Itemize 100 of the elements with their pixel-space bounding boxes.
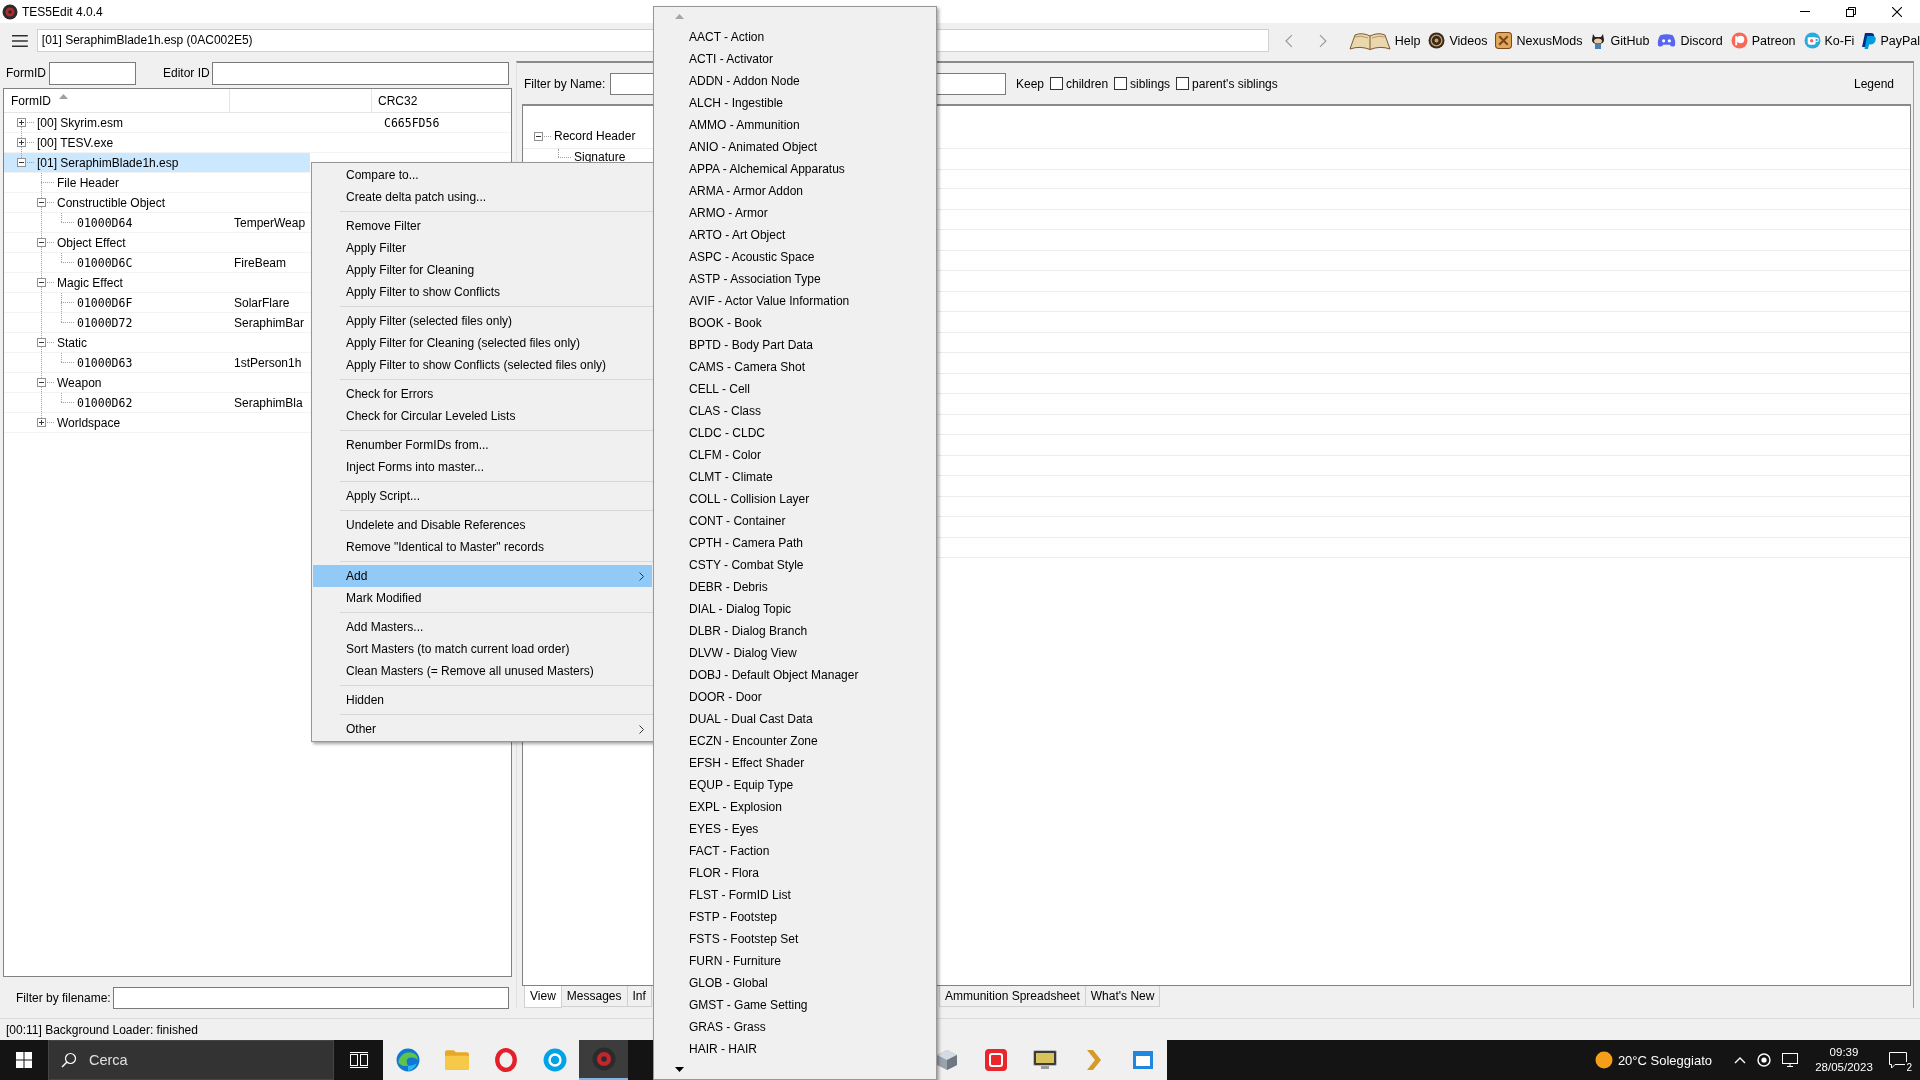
- menu-item[interactable]: CLMT - Climate: [655, 466, 935, 488]
- column-header[interactable]: CRC32: [372, 89, 511, 112]
- menu-item[interactable]: EQUP - Equip Type: [655, 774, 935, 796]
- menu-item[interactable]: ECZN - Encounter Zone: [655, 730, 935, 752]
- menu-item[interactable]: ARMA - Armor Addon: [655, 180, 935, 202]
- collapse-icon[interactable]: [17, 158, 26, 167]
- tree-row[interactable]: Static: [4, 333, 310, 353]
- menu-item[interactable]: HAIR - HAIR: [655, 1038, 935, 1060]
- target-icon[interactable]: [1757, 1053, 1771, 1067]
- restore-icon[interactable]: [1846, 6, 1856, 17]
- chevron-up-icon[interactable]: [1734, 1056, 1746, 1064]
- tab[interactable]: View: [524, 986, 562, 1008]
- menu-item[interactable]: DLBR - Dialog Branch: [655, 620, 935, 642]
- tab[interactable]: What's New: [1084, 986, 1161, 1007]
- tree-row[interactable]: Object Effect: [4, 233, 310, 253]
- scroll-down-icon[interactable]: [675, 1067, 684, 1072]
- menu-item[interactable]: DIAL - Dialog Topic: [655, 598, 935, 620]
- expand-icon[interactable]: [17, 138, 26, 147]
- checkbox[interactable]: [1114, 77, 1128, 90]
- menu-item[interactable]: AVIF - Actor Value Information: [655, 290, 935, 312]
- tree-row[interactable]: [00] Skyrim.esm: [4, 113, 310, 133]
- toolbar-link[interactable]: PayPal: [1862, 32, 1920, 49]
- collapse-icon[interactable]: [37, 278, 46, 287]
- menu-item[interactable]: FLST - FormID List: [655, 884, 935, 906]
- collapse-icon[interactable]: [37, 338, 46, 347]
- menu-item[interactable]: EYES - Eyes: [655, 818, 935, 840]
- checkbox[interactable]: [1050, 77, 1064, 90]
- monitor-icon[interactable]: [1782, 1053, 1798, 1067]
- menu-item[interactable]: GRAS - Grass: [655, 1016, 935, 1038]
- menu-item[interactable]: Undelete and Disable References: [313, 514, 652, 536]
- collapse-icon[interactable]: [37, 238, 46, 247]
- tree-row[interactable]: [01] SeraphimBlade1h.esp: [4, 153, 310, 173]
- tree-row[interactable]: Magic Effect: [4, 273, 310, 293]
- file-filter-field[interactable]: [113, 986, 509, 1009]
- toolbar-link[interactable]: Help: [1348, 30, 1421, 51]
- tree-row[interactable]: Worldspace: [4, 413, 310, 433]
- toolbar-link[interactable]: Discord: [1657, 33, 1723, 48]
- menu-item[interactable]: FACT - Faction: [655, 840, 935, 862]
- collapse-icon[interactable]: [534, 132, 543, 141]
- menu-item[interactable]: COLL - Collision Layer: [655, 488, 935, 510]
- menu-item[interactable]: CPTH - Camera Path: [655, 532, 935, 554]
- expand-icon[interactable]: [37, 418, 46, 427]
- formid-field[interactable]: [49, 61, 136, 85]
- collapse-icon[interactable]: [37, 198, 46, 207]
- taskbar-app[interactable]: [579, 1040, 628, 1080]
- menu-item[interactable]: ASTP - Association Type: [655, 268, 935, 290]
- close-icon[interactable]: [1892, 6, 1902, 17]
- menu-item[interactable]: CAMS - Camera Shot: [655, 356, 935, 378]
- menu-item[interactable]: EXPL - Explosion: [655, 796, 935, 818]
- menu-item[interactable]: FURN - Furniture: [655, 950, 935, 972]
- menu-item[interactable]: CELL - Cell: [655, 378, 935, 400]
- legend-button[interactable]: Legend: [1849, 74, 1898, 93]
- menu-item[interactable]: Renumber FormIDs from...: [313, 434, 652, 456]
- menu-item[interactable]: Add: [313, 565, 652, 587]
- toolbar-link[interactable]: GitHub: [1590, 31, 1650, 50]
- menu-item[interactable]: DLVW - Dialog View: [655, 642, 935, 664]
- menu-item[interactable]: Check for Errors: [313, 383, 652, 405]
- menu-item[interactable]: Apply Filter to show Conflicts: [313, 281, 652, 303]
- menu-item[interactable]: ADDN - Addon Node: [655, 70, 935, 92]
- menu-item[interactable]: Apply Filter for Cleaning: [313, 259, 652, 281]
- menu-item[interactable]: BPTD - Body Part Data: [655, 334, 935, 356]
- menu-item[interactable]: FSTS - Footstep Set: [655, 928, 935, 950]
- menu-item[interactable]: DOBJ - Default Object Manager: [655, 664, 935, 686]
- menu-item[interactable]: Apply Filter (selected files only): [313, 310, 652, 332]
- menu-item[interactable]: CSTY - Combat Style: [655, 554, 935, 576]
- menu-item[interactable]: Remove "Identical to Master" records: [313, 536, 652, 558]
- menu-item[interactable]: Apply Filter to show Conflicts (selected files only): [313, 354, 652, 376]
- expand-icon[interactable]: [17, 118, 26, 127]
- collapse-icon[interactable]: [37, 378, 46, 387]
- menu-icon[interactable]: [12, 34, 28, 47]
- tree-row[interactable]: File Header: [4, 173, 310, 193]
- menu-item[interactable]: Add Masters...: [313, 616, 652, 638]
- menu-item[interactable]: CONT - Container: [655, 510, 935, 532]
- menu-item[interactable]: CLAS - Class: [655, 400, 935, 422]
- toolbar-link[interactable]: Ko-Fi: [1803, 32, 1855, 49]
- menu-item[interactable]: ALCH - Ingestible: [655, 92, 935, 114]
- menu-item[interactable]: AACT - Action: [655, 26, 935, 48]
- tree-row[interactable]: Weapon: [4, 373, 310, 393]
- menu-item[interactable]: GMST - Game Setting: [655, 994, 935, 1016]
- menu-item[interactable]: Mark Modified: [313, 587, 652, 609]
- checkbox[interactable]: [1176, 77, 1190, 90]
- menu-item[interactable]: Apply Filter: [313, 237, 652, 259]
- tree-row[interactable]: 01000D64 TemperWeap: [4, 213, 310, 233]
- toolbar-link[interactable]: Videos: [1428, 32, 1488, 49]
- menu-item[interactable]: Check for Circular Leveled Lists: [313, 405, 652, 427]
- menu-item[interactable]: EFSH - Effect Shader: [655, 752, 935, 774]
- menu-item[interactable]: Clean Masters (= Remove all unused Masters): [313, 660, 652, 682]
- windows-logo-icon[interactable]: [15, 1052, 32, 1068]
- menu-item[interactable]: ARTO - Art Object: [655, 224, 935, 246]
- menu-item[interactable]: GLOB - Global: [655, 972, 935, 994]
- menu-item[interactable]: DUAL - Dual Cast Data: [655, 708, 935, 730]
- menu-item[interactable]: Apply Script...: [313, 485, 652, 507]
- menu-item[interactable]: ARMO - Armor: [655, 202, 935, 224]
- menu-item[interactable]: Other: [313, 718, 652, 740]
- weather-text[interactable]: 20°C Soleggiato: [1617, 1052, 1712, 1068]
- menu-item[interactable]: Apply Filter for Cleaning (selected files only): [313, 332, 652, 354]
- tree-row[interactable]: 01000D6F SolarFlare: [4, 293, 310, 313]
- menu-item[interactable]: CLFM - Color: [655, 444, 935, 466]
- tab[interactable]: Ammunition Spreadsheet: [939, 986, 1086, 1007]
- menu-item[interactable]: DEBR - Debris: [655, 576, 935, 598]
